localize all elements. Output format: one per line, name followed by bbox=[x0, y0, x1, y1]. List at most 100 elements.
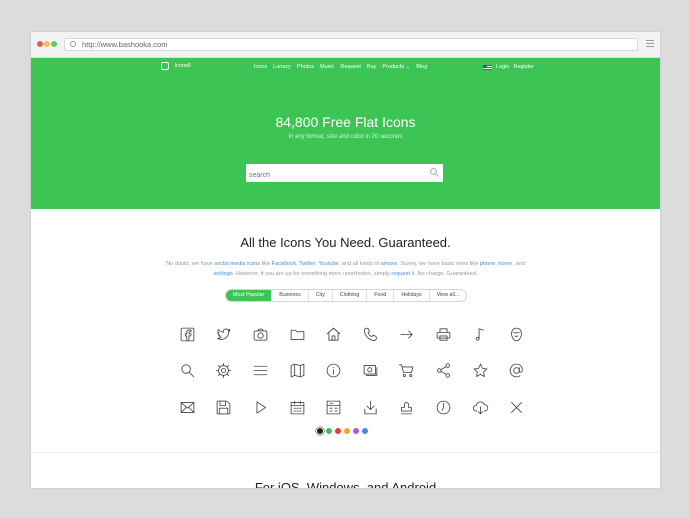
nav-link-lunacy[interactable]: Lunacy bbox=[273, 64, 291, 70]
register-link[interactable]: Register bbox=[513, 64, 533, 70]
icon-tile[interactable] bbox=[498, 316, 535, 353]
info-icon bbox=[326, 363, 341, 378]
desc-link-arrows[interactable]: arrows bbox=[381, 261, 398, 267]
browser-window: http://www.bashooka.com Icons8 Icons Lun… bbox=[31, 32, 660, 488]
desc-link-facebook[interactable]: Facebook bbox=[272, 261, 297, 267]
desc-link-youtube[interactable]: Youtube bbox=[318, 261, 338, 267]
icon-tile[interactable] bbox=[169, 353, 206, 390]
filter-city[interactable]: City bbox=[307, 290, 332, 301]
us-flag-icon[interactable] bbox=[483, 64, 492, 70]
nav-link-products-label: Products bbox=[382, 64, 405, 70]
browser-toolbar: http://www.bashooka.com bbox=[31, 32, 660, 58]
icon-tile[interactable] bbox=[462, 316, 499, 353]
brand-logo[interactable]: Icons8 bbox=[161, 62, 191, 70]
icon-tile[interactable] bbox=[498, 389, 535, 426]
color-swatch[interactable] bbox=[335, 428, 341, 434]
calculator-icon bbox=[326, 400, 341, 415]
icon-tile[interactable] bbox=[169, 316, 206, 353]
color-swatch[interactable] bbox=[317, 428, 323, 434]
user-icon bbox=[511, 327, 523, 342]
filter-food[interactable]: Food bbox=[366, 290, 393, 301]
icon-tile[interactable] bbox=[352, 316, 389, 353]
desc-link-settings[interactable]: settings bbox=[213, 271, 232, 277]
play-icon bbox=[256, 401, 266, 414]
hamburger-menu-icon[interactable] bbox=[646, 40, 654, 48]
icon-tile[interactable] bbox=[425, 389, 462, 426]
icon-tile[interactable] bbox=[279, 316, 316, 353]
minimize-window-dot[interactable] bbox=[44, 41, 50, 47]
nav-link-products[interactable]: Products ⌄ bbox=[382, 64, 410, 70]
search-input[interactable] bbox=[249, 167, 419, 184]
nav-link-icons[interactable]: Icons bbox=[254, 64, 267, 70]
icon-tile[interactable] bbox=[315, 316, 352, 353]
search-icon[interactable] bbox=[430, 168, 437, 175]
icon-tile[interactable] bbox=[389, 316, 426, 353]
desc-link-home[interactable]: home bbox=[498, 261, 512, 267]
nav-link-buy[interactable]: Buy bbox=[367, 64, 376, 70]
desc-link-twitter[interactable]: Twitter bbox=[299, 261, 315, 267]
address-bar[interactable]: http://www.bashooka.com bbox=[64, 38, 638, 51]
nav-link-photos[interactable]: Photos bbox=[297, 64, 314, 70]
filter-business[interactable]: Business bbox=[271, 290, 308, 301]
filter-holidays[interactable]: Holidays bbox=[393, 290, 428, 301]
icon-tile[interactable] bbox=[206, 389, 243, 426]
icon-tile[interactable] bbox=[169, 389, 206, 426]
icon-tile[interactable] bbox=[498, 353, 535, 390]
icon-tile[interactable] bbox=[352, 389, 389, 426]
icons8-logo-icon bbox=[161, 62, 169, 70]
filter-clothing[interactable]: Clothing bbox=[331, 290, 366, 301]
facebook-icon bbox=[180, 327, 195, 342]
desc-link-phone[interactable]: phone bbox=[480, 261, 496, 267]
icon-tile[interactable] bbox=[279, 353, 316, 390]
filter-view-all[interactable]: View all... bbox=[428, 290, 467, 301]
icon-tile[interactable] bbox=[389, 389, 426, 426]
icon-tile[interactable] bbox=[462, 389, 499, 426]
search-icon bbox=[181, 364, 195, 378]
icon-tile[interactable] bbox=[206, 353, 243, 390]
icon-tile[interactable] bbox=[315, 389, 352, 426]
menu-icon bbox=[253, 366, 268, 376]
next-section-title: For iOS, Windows, and Android bbox=[254, 480, 437, 488]
desc-link-social-media[interactable]: social media icons bbox=[214, 261, 260, 267]
login-link[interactable]: Login bbox=[496, 64, 509, 70]
icon-tile[interactable] bbox=[389, 353, 426, 390]
mail-icon bbox=[180, 401, 195, 413]
icon-tile[interactable] bbox=[462, 353, 499, 390]
color-swatch[interactable] bbox=[362, 428, 368, 434]
at-sign-icon bbox=[509, 363, 523, 378]
nav-link-blog[interactable]: Blog bbox=[416, 64, 427, 70]
maximize-window-dot[interactable] bbox=[51, 41, 57, 47]
star-icon bbox=[473, 363, 487, 378]
nav-link-music[interactable]: Music bbox=[320, 64, 334, 70]
home-icon bbox=[326, 327, 341, 341]
color-swatch[interactable] bbox=[326, 428, 332, 434]
icon-tile[interactable] bbox=[425, 316, 462, 353]
color-swatch[interactable] bbox=[353, 428, 359, 434]
icon-tile[interactable] bbox=[279, 389, 316, 426]
brand-name: Icons8 bbox=[174, 63, 191, 69]
nav-link-request[interactable]: Request bbox=[340, 64, 361, 70]
color-swatch[interactable] bbox=[344, 428, 350, 434]
icon-tile[interactable] bbox=[315, 353, 352, 390]
close-window-dot[interactable] bbox=[37, 41, 43, 47]
music-note-icon bbox=[475, 328, 484, 341]
clock-icon bbox=[436, 400, 451, 415]
top-nav: Icons8 Icons Lunacy Photos Music Request… bbox=[31, 58, 660, 76]
icon-tile[interactable] bbox=[206, 316, 243, 353]
icon-search-box bbox=[246, 164, 443, 184]
icon-tile[interactable] bbox=[242, 353, 279, 390]
desc-link-request[interactable]: request bbox=[391, 271, 410, 277]
desc-text: . Surely, we have basic ones like bbox=[397, 261, 480, 267]
chevron-down-icon: ⌄ bbox=[405, 64, 411, 70]
save-icon bbox=[217, 400, 231, 415]
arrow-right-icon bbox=[400, 330, 413, 339]
icon-tile[interactable] bbox=[352, 353, 389, 390]
icon-tile[interactable] bbox=[425, 353, 462, 390]
share-icon bbox=[437, 363, 450, 378]
hero-title: 84,800 Free Flat Icons bbox=[275, 114, 416, 130]
icon-tile[interactable] bbox=[242, 316, 279, 353]
hero-subtitle: in any format, size and color in 20 seco… bbox=[288, 134, 403, 140]
icon-tile[interactable] bbox=[242, 389, 279, 426]
desc-text: . However, if you are up for something m… bbox=[232, 271, 392, 277]
filter-most-popular[interactable]: Most Popular bbox=[226, 290, 272, 301]
